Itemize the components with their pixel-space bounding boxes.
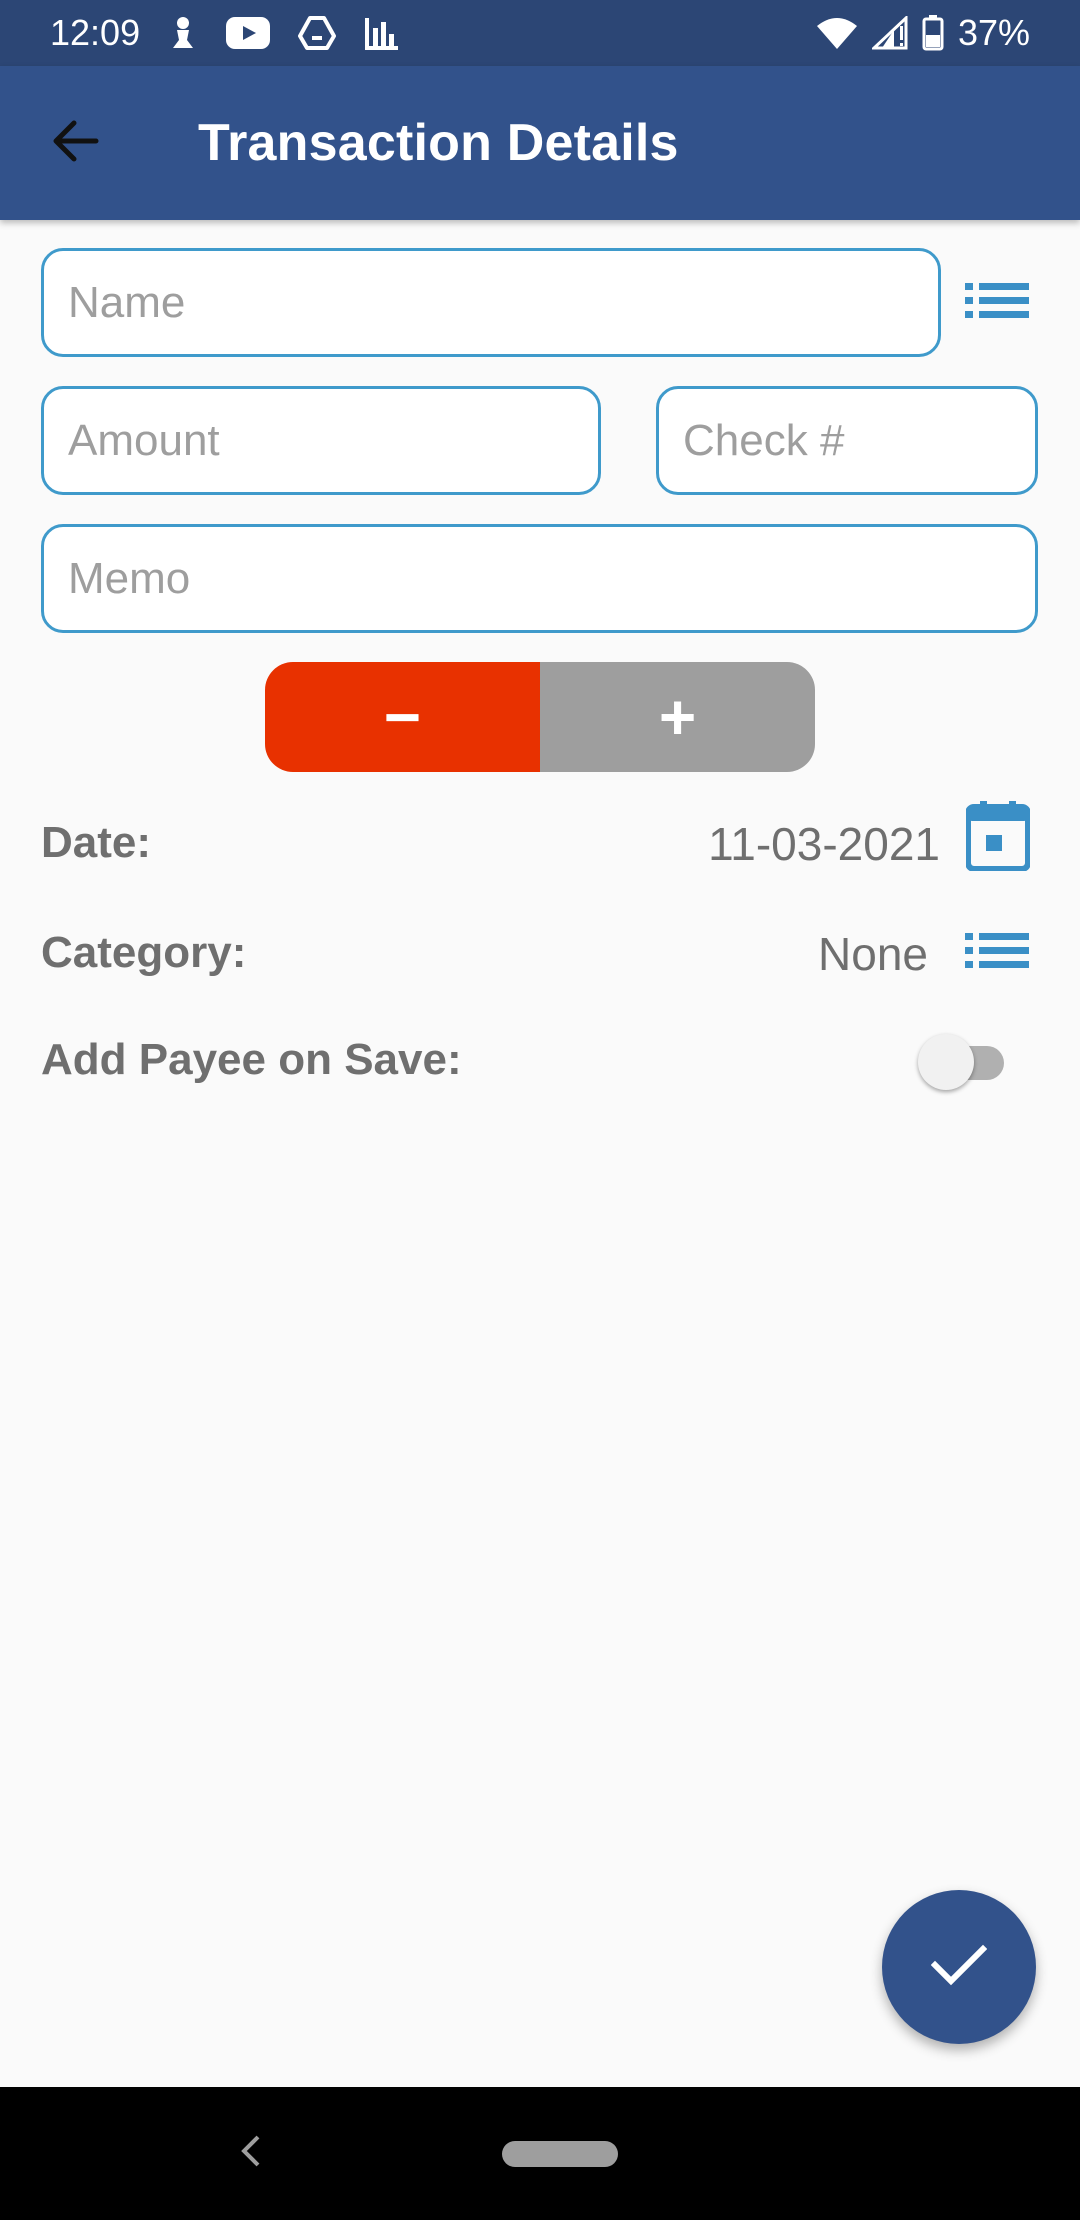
status-time: 12:09 bbox=[50, 12, 141, 53]
name-input[interactable] bbox=[41, 248, 941, 357]
check-icon bbox=[930, 1943, 988, 1992]
status-bar: 12:09 37% bbox=[0, 0, 1080, 66]
drive-icon bbox=[298, 16, 337, 50]
payee-list-button[interactable] bbox=[960, 268, 1034, 338]
battery-icon bbox=[922, 15, 944, 51]
amount-input[interactable] bbox=[41, 386, 601, 495]
back-button[interactable] bbox=[0, 66, 150, 220]
date-value[interactable]: 11-03-2021 bbox=[708, 817, 940, 871]
check-number-input[interactable] bbox=[656, 386, 1038, 495]
category-label: Category: bbox=[41, 928, 247, 977]
calendar-icon bbox=[965, 800, 1031, 876]
category-value[interactable]: None bbox=[818, 927, 928, 981]
list-icon bbox=[965, 931, 1029, 976]
chevron-left-icon bbox=[238, 2133, 262, 2174]
save-button[interactable] bbox=[882, 1890, 1036, 2044]
app-bar: Transaction Details bbox=[0, 66, 1080, 220]
youtube-icon bbox=[226, 17, 271, 49]
wifi-icon bbox=[816, 16, 858, 50]
battery-percent: 37% bbox=[957, 12, 1030, 53]
signal-icon bbox=[871, 16, 908, 50]
system-nav-bar bbox=[0, 2087, 1080, 2220]
nav-back-button[interactable] bbox=[220, 2123, 280, 2183]
transaction-details-screen: 12:09 37% Transaction Details Name Amoun… bbox=[0, 0, 1080, 2220]
switch-thumb bbox=[918, 1034, 974, 1090]
status-right: 37% bbox=[816, 12, 1030, 54]
add-payee-switch[interactable] bbox=[918, 1034, 1010, 1090]
memo-input[interactable] bbox=[41, 524, 1038, 633]
bar-chart-icon bbox=[364, 16, 400, 50]
add-payee-label: Add Payee on Save: bbox=[41, 1035, 462, 1084]
date-label: Date: bbox=[41, 818, 152, 867]
category-list-button[interactable] bbox=[960, 918, 1034, 988]
plus-button[interactable]: + bbox=[540, 662, 815, 772]
list-icon bbox=[965, 281, 1029, 326]
minus-button[interactable]: − bbox=[265, 662, 540, 772]
sign-toggle: − + bbox=[265, 662, 815, 772]
arrow-left-icon bbox=[50, 119, 100, 168]
status-left: 12:09 bbox=[50, 12, 400, 54]
nav-home-pill[interactable] bbox=[502, 2141, 618, 2167]
chess-pawn-icon bbox=[168, 16, 198, 50]
page-title: Transaction Details bbox=[198, 114, 679, 172]
date-picker-button[interactable] bbox=[962, 800, 1034, 876]
